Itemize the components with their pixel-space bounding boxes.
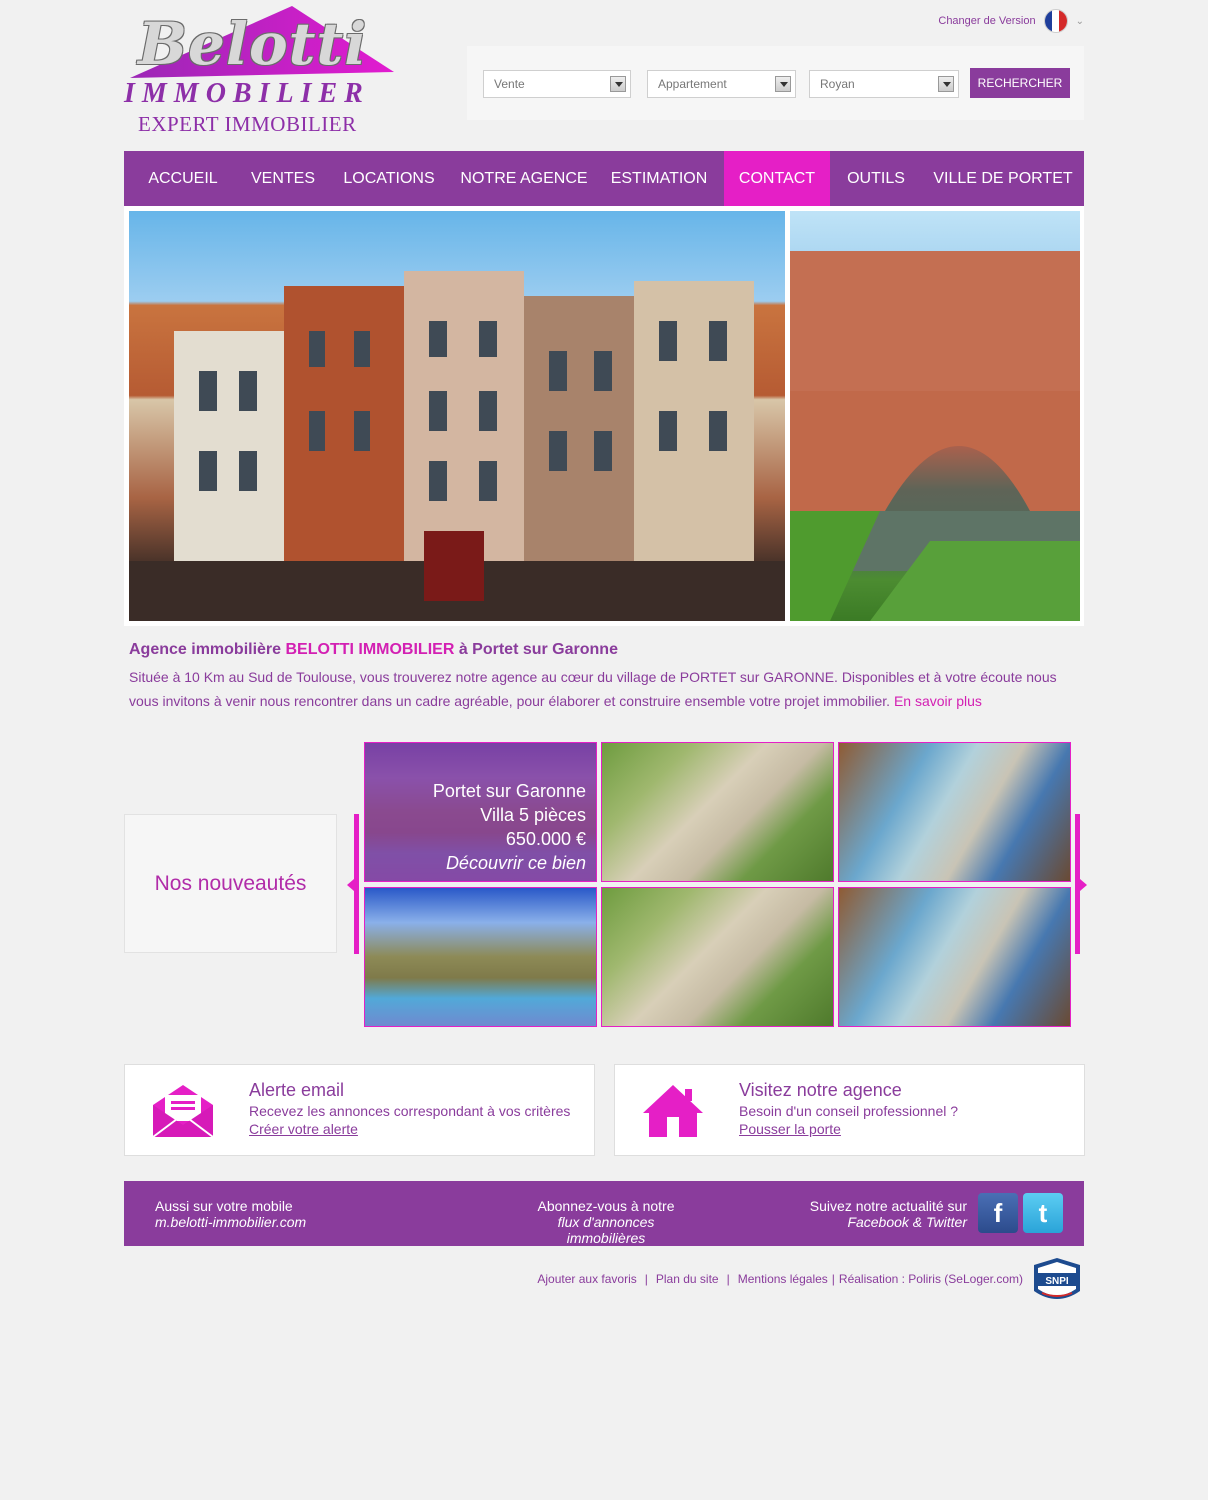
- dropdown-arrow-icon[interactable]: [938, 76, 954, 92]
- logo-expert: EXPERT IMMOBILIER: [138, 112, 357, 136]
- nav-item-notre-agence[interactable]: NOTRE AGENCE: [454, 151, 594, 206]
- listing-tile[interactable]: [838, 887, 1071, 1027]
- hero-banner: [124, 206, 1084, 626]
- listing-city: Portet sur Garonne: [432, 781, 586, 801]
- transaction-select[interactable]: Vente: [483, 70, 631, 98]
- footer-band: Aussi sur votre mobile m.belotti-immobil…: [124, 1181, 1084, 1246]
- envelope-icon: [152, 1085, 214, 1138]
- snpi-text: SNPI: [1045, 1276, 1069, 1287]
- dropdown-arrow-icon[interactable]: [610, 76, 626, 92]
- carousel-next-arrow-icon[interactable]: [1080, 879, 1087, 891]
- chevron-down-icon[interactable]: ⌄: [1076, 16, 1084, 27]
- property-type-select-value: Appartement: [658, 77, 727, 91]
- listing-price: 650.000 €: [505, 829, 586, 849]
- main-navigation: ACCUEIL VENTES LOCATIONS NOTRE AGENCE ES…: [124, 151, 1084, 206]
- logo-script: Belotti: [138, 10, 368, 78]
- hero-image-bridge-river: [790, 211, 1080, 621]
- intro-title-agency: BELOTTI IMMOBILIER: [285, 641, 455, 658]
- mobile-block: Aussi sur votre mobile m.belotti-immobil…: [155, 1198, 306, 1230]
- mobile-url-link[interactable]: m.belotti-immobilier.com: [155, 1214, 306, 1230]
- email-alert-subtitle: Recevez les annonces correspondant à vos…: [249, 1103, 571, 1119]
- social-block: Suivez notre actualité sur Facebook & Tw…: [810, 1198, 967, 1230]
- visit-agency-title: Visitez notre agence: [739, 1080, 902, 1100]
- intro-paragraph: Située à 10 Km au Sud de Toulouse, vous …: [129, 665, 1087, 713]
- read-more-link[interactable]: En savoir plus: [894, 693, 982, 709]
- email-alert-title: Alerte email: [249, 1080, 345, 1100]
- footer-links: Ajouter aux favoris | Plan du site | Mention…: [537, 1272, 1023, 1286]
- buildings-illustration: [129, 271, 785, 621]
- site-logo[interactable]: Belotti IMMOBILIER EXPERT IMMOBILIER: [124, 6, 394, 136]
- separator: |: [644, 1272, 648, 1286]
- city-select[interactable]: Royan: [809, 70, 959, 98]
- visit-agency-subtitle: Besoin d'un conseil professionnel ?: [739, 1103, 959, 1119]
- version-switcher[interactable]: Changer de Version ⌄: [938, 8, 1084, 34]
- rss-block: Abonnez-vous à notre flux d'annonces imm…: [520, 1198, 692, 1246]
- version-label: Changer de Version: [938, 15, 1036, 27]
- social-sub: Facebook & Twitter: [847, 1214, 967, 1230]
- intro-title-pre: Agence immobilière: [129, 641, 286, 658]
- nav-item-ventes[interactable]: VENTES: [242, 151, 324, 206]
- separator: |: [726, 1272, 730, 1286]
- nav-item-ville-de-portet[interactable]: VILLE DE PORTET: [922, 151, 1084, 206]
- news-label: Nos nouveautés: [154, 871, 307, 895]
- facebook-icon[interactable]: f: [978, 1193, 1018, 1233]
- nav-item-contact[interactable]: CONTACT: [724, 151, 830, 206]
- listing-overlay: Portet sur Garonne Villa 5 pièces 650.00…: [365, 743, 596, 881]
- intro-title: Agence immobilière BELOTTI IMMOBILIER à …: [129, 641, 618, 659]
- bridge-illustration: [790, 251, 1080, 621]
- carousel-prev-arrow-icon[interactable]: [347, 879, 354, 891]
- search-bar: Vente Appartement Royan RECHERCHER: [467, 46, 1084, 120]
- open-door-link[interactable]: Pousser la porte: [739, 1121, 841, 1137]
- house-icon: [643, 1085, 703, 1137]
- legal-link[interactable]: Mentions légales: [738, 1272, 828, 1286]
- create-alert-link[interactable]: Créer votre alerte: [249, 1121, 358, 1137]
- nav-item-locations[interactable]: LOCATIONS: [324, 151, 454, 206]
- favorites-link[interactable]: Ajouter aux favoris: [537, 1272, 636, 1286]
- credit-link[interactable]: Réalisation : Poliris (SeLoger.com): [839, 1272, 1023, 1286]
- sitemap-link[interactable]: Plan du site: [656, 1272, 719, 1286]
- transaction-select-value: Vente: [494, 77, 525, 91]
- email-alert-card: Alerte email Recevez les annonces corres…: [124, 1064, 595, 1156]
- separator: |: [831, 1272, 835, 1286]
- city-select-value: Royan: [820, 77, 855, 91]
- carousel-left-bar: [354, 814, 359, 954]
- intro-title-post: à Portet sur Garonne: [454, 641, 618, 658]
- property-type-select[interactable]: Appartement: [647, 70, 796, 98]
- listing-tile[interactable]: [601, 887, 834, 1027]
- nav-item-estimation[interactable]: ESTIMATION: [594, 151, 724, 206]
- listing-tile[interactable]: [601, 742, 834, 882]
- listing-kind: Villa 5 pièces: [480, 805, 586, 825]
- snpi-logo[interactable]: SNPI: [1032, 1257, 1082, 1305]
- french-flag-icon[interactable]: [1043, 9, 1068, 33]
- social-label: Suivez notre actualité sur: [809, 1198, 967, 1214]
- snpi-shield-icon: SNPI: [1034, 1258, 1080, 1299]
- nav-item-accueil[interactable]: ACCUEIL: [124, 151, 242, 206]
- hero-image-old-town-buildings: [129, 211, 785, 621]
- rss-label: Abonnez-vous à notre: [537, 1198, 675, 1214]
- twitter-icon[interactable]: t: [1023, 1193, 1063, 1233]
- visit-agency-card: Visitez notre agence Besoin d'un conseil…: [614, 1064, 1085, 1156]
- rss-feed-link[interactable]: flux d'annonces immobilières: [520, 1214, 692, 1246]
- logo-immobilier: IMMOBILIER: [124, 78, 370, 109]
- listing-tile[interactable]: [364, 887, 597, 1027]
- mobile-label: Aussi sur votre mobile: [155, 1198, 293, 1214]
- listing-tile[interactable]: [838, 742, 1071, 882]
- news-label-box: Nos nouveautés: [124, 814, 337, 953]
- search-button[interactable]: RECHERCHER: [970, 68, 1070, 98]
- listing-tile-featured[interactable]: Portet sur Garonne Villa 5 pièces 650.00…: [364, 742, 597, 882]
- dropdown-arrow-icon[interactable]: [775, 76, 791, 92]
- listing-cta[interactable]: Découvrir ce bien: [365, 851, 586, 875]
- nav-item-outils[interactable]: OUTILS: [830, 151, 922, 206]
